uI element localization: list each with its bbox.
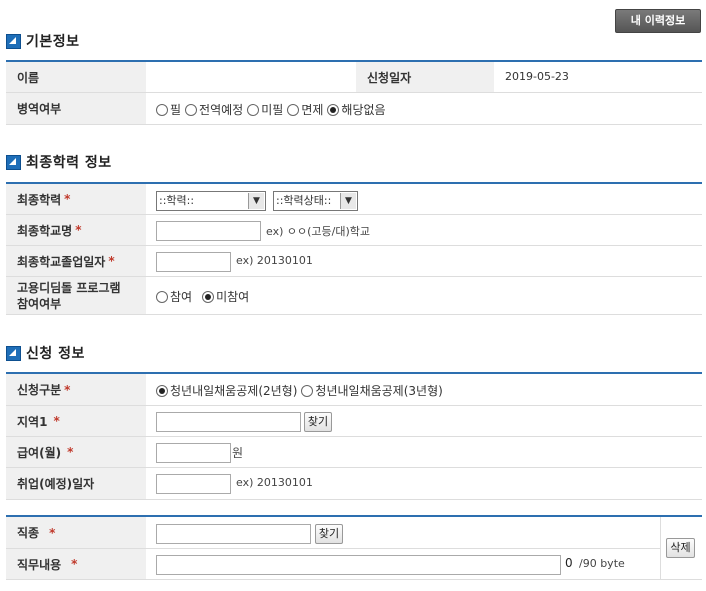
military-option-served[interactable]: 필 <box>156 101 181 118</box>
radio-selected-icon <box>156 384 168 397</box>
salary-unit: 원 <box>232 446 244 460</box>
byte-limit: /90 byte <box>579 557 625 570</box>
job-type-find-button[interactable]: 찾기 <box>315 524 343 544</box>
graduation-date-hint: ex) 20130101 <box>236 254 313 267</box>
section-arrow-icon <box>6 345 21 361</box>
job-desc-label: 직무내용 * <box>6 549 146 579</box>
military-option-not-applicable[interactable]: 해당없음 <box>327 101 386 118</box>
military-option-exempt[interactable]: 면제 <box>287 101 323 118</box>
table-row: 신청구분 * 청년내일채움공제(2년형) 청년내일채움공제(3년형) <box>6 374 702 406</box>
section-basic-title: 기본정보 <box>6 31 80 51</box>
degree-status-select[interactable]: ::학력상태:: ▼ <box>273 191 358 211</box>
table-row: 이름 신청일자 2019-05-23 <box>6 62 702 93</box>
radio-icon <box>156 290 168 303</box>
military-label: 병역여부 <box>6 93 146 124</box>
table-row: 최종학교졸업일자 * ex) 20130101 <box>6 246 702 277</box>
table-row: 고용디딤돌 프로그램 참여여부 참여 미참여 <box>6 277 702 315</box>
byte-count: 0 <box>565 556 573 570</box>
table-row: 최종학교명 * ex) ㅇㅇ(고등/대)학교 <box>6 215 702 246</box>
table-row: 병역여부 필 전역예정 미필 면제 해당없음 <box>6 93 702 125</box>
column-divider <box>660 517 661 580</box>
start-date-input[interactable] <box>156 474 231 494</box>
section-application-title: 신청 정보 <box>6 343 85 363</box>
table-row: 직무내용 * 0 /90 byte <box>6 549 661 580</box>
table-row: 취업(예정)일자 ex) 20130101 <box>6 468 702 500</box>
program-radio-group: 참여 미참여 <box>156 288 253 305</box>
job-type-label: 직종 * <box>6 517 146 548</box>
delete-button[interactable]: 삭제 <box>666 538 695 558</box>
apply-type-radio-group: 청년내일채움공제(2년형) 청년내일채움공제(3년형) <box>156 382 447 399</box>
chevron-down-icon: ▼ <box>340 193 356 209</box>
military-option-discharge-expected[interactable]: 전역예정 <box>185 101 243 118</box>
apply-type-2year[interactable]: 청년내일채움공제(2년형) <box>156 382 297 399</box>
table-row: 지역1 * 찾기 <box>6 406 702 437</box>
school-hint: ex) ㅇㅇ(고등/대)학교 <box>266 225 371 238</box>
degree-select[interactable]: ::학력:: ▼ <box>156 191 266 211</box>
radio-selected-icon <box>327 103 340 116</box>
program-label: 고용디딤돌 프로그램 참여여부 <box>6 277 146 314</box>
job-type-input[interactable] <box>156 524 311 544</box>
degree-label: 최종학력 * <box>6 184 146 214</box>
region-find-button[interactable]: 찾기 <box>304 412 332 432</box>
region-label: 지역1 * <box>6 406 146 436</box>
table-row: 최종학력 * ::학력:: ▼ ::학력상태:: ▼ <box>6 184 702 215</box>
radio-icon <box>156 103 168 116</box>
graduation-date-input[interactable] <box>156 252 231 272</box>
radio-icon <box>301 384 314 397</box>
apply-type-3year[interactable]: 청년내일채움공제(3년형) <box>301 382 443 399</box>
region-input[interactable] <box>156 412 301 432</box>
salary-input[interactable] <box>156 443 231 463</box>
school-input[interactable] <box>156 221 261 241</box>
military-option-not-served[interactable]: 미필 <box>247 101 283 118</box>
military-radio-group: 필 전역예정 미필 면제 해당없음 <box>156 101 390 118</box>
table-row: 직종 * 찾기 <box>6 517 661 549</box>
radio-icon <box>185 103 198 116</box>
program-option-join[interactable]: 참여 <box>156 288 192 305</box>
graduation-date-label: 최종학교졸업일자 * <box>6 246 146 276</box>
radio-icon <box>287 103 300 116</box>
section-arrow-icon <box>6 154 21 170</box>
apply-date-label: 신청일자 <box>356 62 494 92</box>
school-label: 최종학교명 * <box>6 215 146 245</box>
name-label: 이름 <box>6 62 146 92</box>
radio-icon <box>247 103 260 116</box>
job-desc-input[interactable] <box>156 555 561 575</box>
apply-type-label: 신청구분 * <box>6 374 146 405</box>
start-date-label: 취업(예정)일자 <box>6 468 146 499</box>
my-resume-button[interactable]: 내 이력정보 <box>615 9 701 33</box>
section-education-title: 최종학력 정보 <box>6 152 112 172</box>
radio-selected-icon <box>202 290 215 303</box>
program-option-not-join[interactable]: 미참여 <box>202 288 249 305</box>
apply-date-value: 2019-05-23 <box>505 70 569 83</box>
section-arrow-icon <box>6 33 21 49</box>
table-row: 급여(월) * 원 <box>6 437 702 468</box>
start-date-hint: ex) 20130101 <box>236 476 313 489</box>
row-divider <box>661 579 702 580</box>
salary-label: 급여(월) * <box>6 437 146 467</box>
chevron-down-icon: ▼ <box>248 193 264 209</box>
